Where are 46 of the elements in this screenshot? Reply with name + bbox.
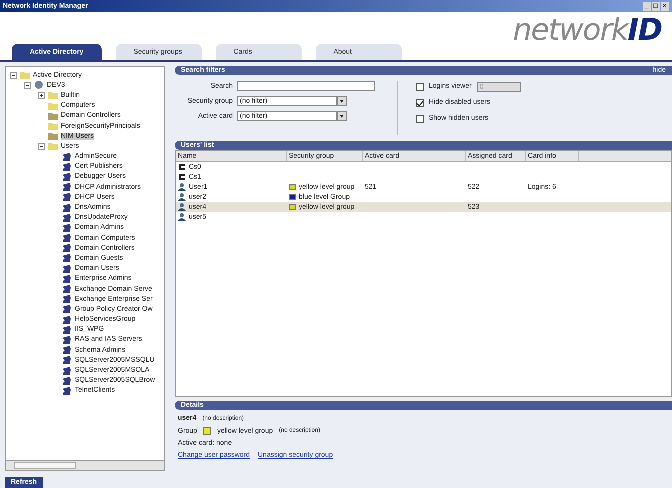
group-icon <box>62 355 72 366</box>
group-icon <box>62 152 72 162</box>
folder-icon <box>48 100 58 111</box>
group-icon <box>62 314 72 325</box>
group-icon <box>62 366 72 376</box>
folder-icon <box>48 121 58 132</box>
checkbox[interactable] <box>416 114 424 122</box>
group-icon <box>62 264 72 274</box>
group-icon <box>62 202 72 213</box>
group-icon <box>62 233 72 244</box>
group-icon <box>62 222 72 233</box>
group-icon <box>62 386 72 396</box>
folder-icon <box>20 70 30 80</box>
user-icon <box>178 203 186 211</box>
logo: networkID <box>513 13 662 48</box>
folder-icon <box>48 131 58 142</box>
expander-icon[interactable] <box>10 72 17 79</box>
group-icon <box>62 376 72 386</box>
user-icon <box>178 193 186 201</box>
expander-icon[interactable] <box>24 82 31 89</box>
group-icon <box>62 162 72 172</box>
group-icon <box>62 274 72 284</box>
expander-icon[interactable] <box>38 92 45 99</box>
group-icon <box>62 345 72 356</box>
folder-icon <box>48 90 58 100</box>
group-icon <box>62 243 72 254</box>
group-icon <box>62 324 72 335</box>
group-icon <box>62 304 72 314</box>
group-icon <box>62 172 72 182</box>
group-icon <box>62 192 72 202</box>
checkbox[interactable] <box>416 98 424 106</box>
folder-icon <box>48 110 58 121</box>
group-icon <box>62 253 72 264</box>
search-field[interactable] <box>237 81 375 91</box>
group-icon <box>62 212 72 223</box>
network-icon <box>34 80 44 90</box>
folder-icon <box>48 141 58 152</box>
checkbox[interactable] <box>416 82 424 90</box>
user-icon <box>178 213 186 221</box>
group-icon <box>62 334 72 345</box>
group-icon <box>62 284 72 294</box>
group-icon <box>62 294 72 304</box>
user-icon <box>178 183 186 191</box>
group-icon <box>62 182 72 192</box>
horizontal-scrollbar[interactable] <box>5 461 165 471</box>
expander-icon[interactable] <box>38 142 45 150</box>
